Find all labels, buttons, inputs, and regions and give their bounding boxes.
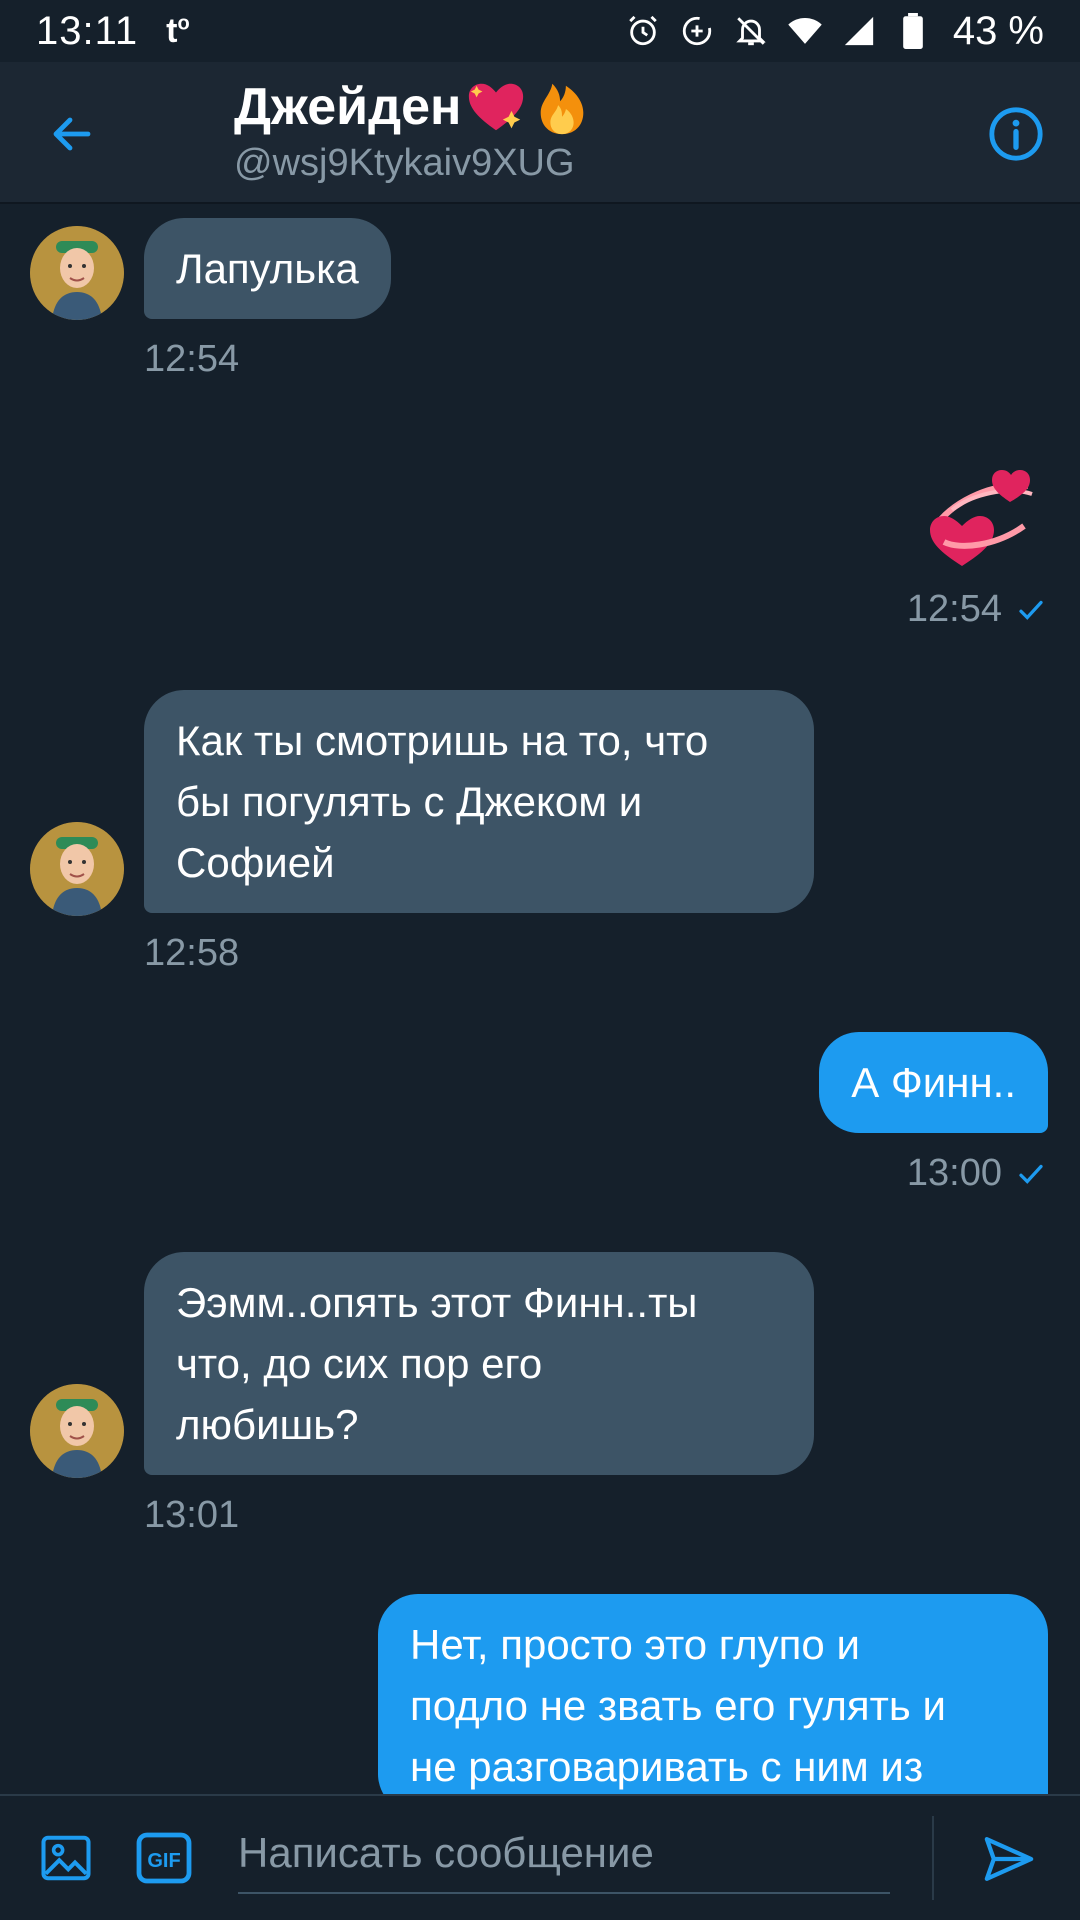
battery-icon <box>895 13 931 49</box>
image-icon <box>41 1835 91 1881</box>
dm-conversation-screen: 13:11 to 43 % Джейден @wsj9Ktykaiv9XUG Л… <box>0 0 1080 1920</box>
message-timestamp: 12:54 <box>144 338 240 380</box>
message-line: не разговаривать с ним из <box>410 1743 924 1790</box>
message-timestamp: 13:00 <box>906 1152 1002 1194</box>
contact-name[interactable]: Джейден <box>234 76 593 138</box>
signal-icon <box>841 13 877 49</box>
data-saver-icon <box>679 13 715 49</box>
message-line: любишь? <box>176 1401 359 1448</box>
status-time: 13:11 <box>36 8 139 53</box>
message-line: Ээмм..опять этот Финн..ты <box>176 1279 698 1326</box>
wifi-icon <box>787 13 823 49</box>
battery-percent: 43 % <box>952 8 1044 53</box>
conversation-header: Джейден @wsj9Ktykaiv9XUG <box>0 62 1080 204</box>
compose-divider <box>932 1816 934 1900</box>
alarm-icon <box>625 13 661 49</box>
message-line: Как ты смотришь на то, что <box>176 717 709 764</box>
message-text: А Финн.. <box>851 1059 1016 1106</box>
sparkling-heart-icon <box>465 76 527 138</box>
contact-handle[interactable]: @wsj9Ktykaiv9XUG <box>234 142 575 185</box>
add-image-button[interactable] <box>34 1826 98 1890</box>
status-bar: 13:11 to 43 % <box>0 0 1080 62</box>
svg-text:GIF: GIF <box>147 1850 180 1872</box>
contact-avatar[interactable] <box>30 1384 124 1478</box>
incoming-message-bubble[interactable]: Как ты смотришь на то, что бы погулять с… <box>144 690 814 913</box>
two-hearts-icon[interactable] <box>920 450 1048 578</box>
contact-name-text: Джейден <box>234 78 462 136</box>
message-line: бы погулять с Джеком и <box>176 778 643 825</box>
contact-avatar[interactable] <box>30 822 124 916</box>
contact-avatar[interactable] <box>30 226 124 320</box>
compose-bar: GIF <box>0 1794 1080 1920</box>
conversation-info-button[interactable] <box>984 102 1048 166</box>
send-icon <box>984 1837 1034 1881</box>
arrow-left-icon <box>53 117 91 151</box>
outgoing-message-bubble[interactable]: А Финн.. <box>819 1032 1048 1133</box>
fire-icon <box>531 76 593 138</box>
message-timestamp-row: 13:00 <box>907 1152 1046 1195</box>
info-icon <box>989 107 1043 161</box>
gif-icon: GIF <box>136 1832 192 1884</box>
message-timestamp: 12:58 <box>144 932 240 974</box>
message-line: Софией <box>176 839 335 886</box>
notification-glyph: t <box>166 11 178 50</box>
incoming-message-bubble[interactable]: Ээмм..опять этот Финн..ты что, до сих по… <box>144 1252 814 1475</box>
sent-check-icon <box>1016 595 1046 625</box>
message-input[interactable] <box>238 1814 890 1894</box>
back-button[interactable] <box>40 102 104 166</box>
message-text: Лапулька <box>176 245 359 292</box>
add-gif-button[interactable]: GIF <box>132 1826 196 1890</box>
message-line: подло не звать его гулять и <box>410 1682 946 1729</box>
outgoing-message-bubble[interactable]: Нет, просто это глупо и подло не звать е… <box>378 1594 1048 1814</box>
send-button[interactable] <box>974 1824 1044 1894</box>
message-timestamp: 12:54 <box>906 588 1002 630</box>
message-timestamp-row: 12:54 <box>907 588 1046 631</box>
message-line: Нет, просто это глупо и <box>410 1621 860 1668</box>
tweetdeck-notification-icon: to <box>166 11 190 50</box>
incoming-message-bubble[interactable]: Лапулька <box>144 218 391 319</box>
message-line: что, до сих пор его <box>176 1340 543 1387</box>
message-timestamp: 13:01 <box>144 1494 240 1536</box>
notifications-off-icon <box>733 13 769 49</box>
sent-check-icon <box>1016 1159 1046 1189</box>
